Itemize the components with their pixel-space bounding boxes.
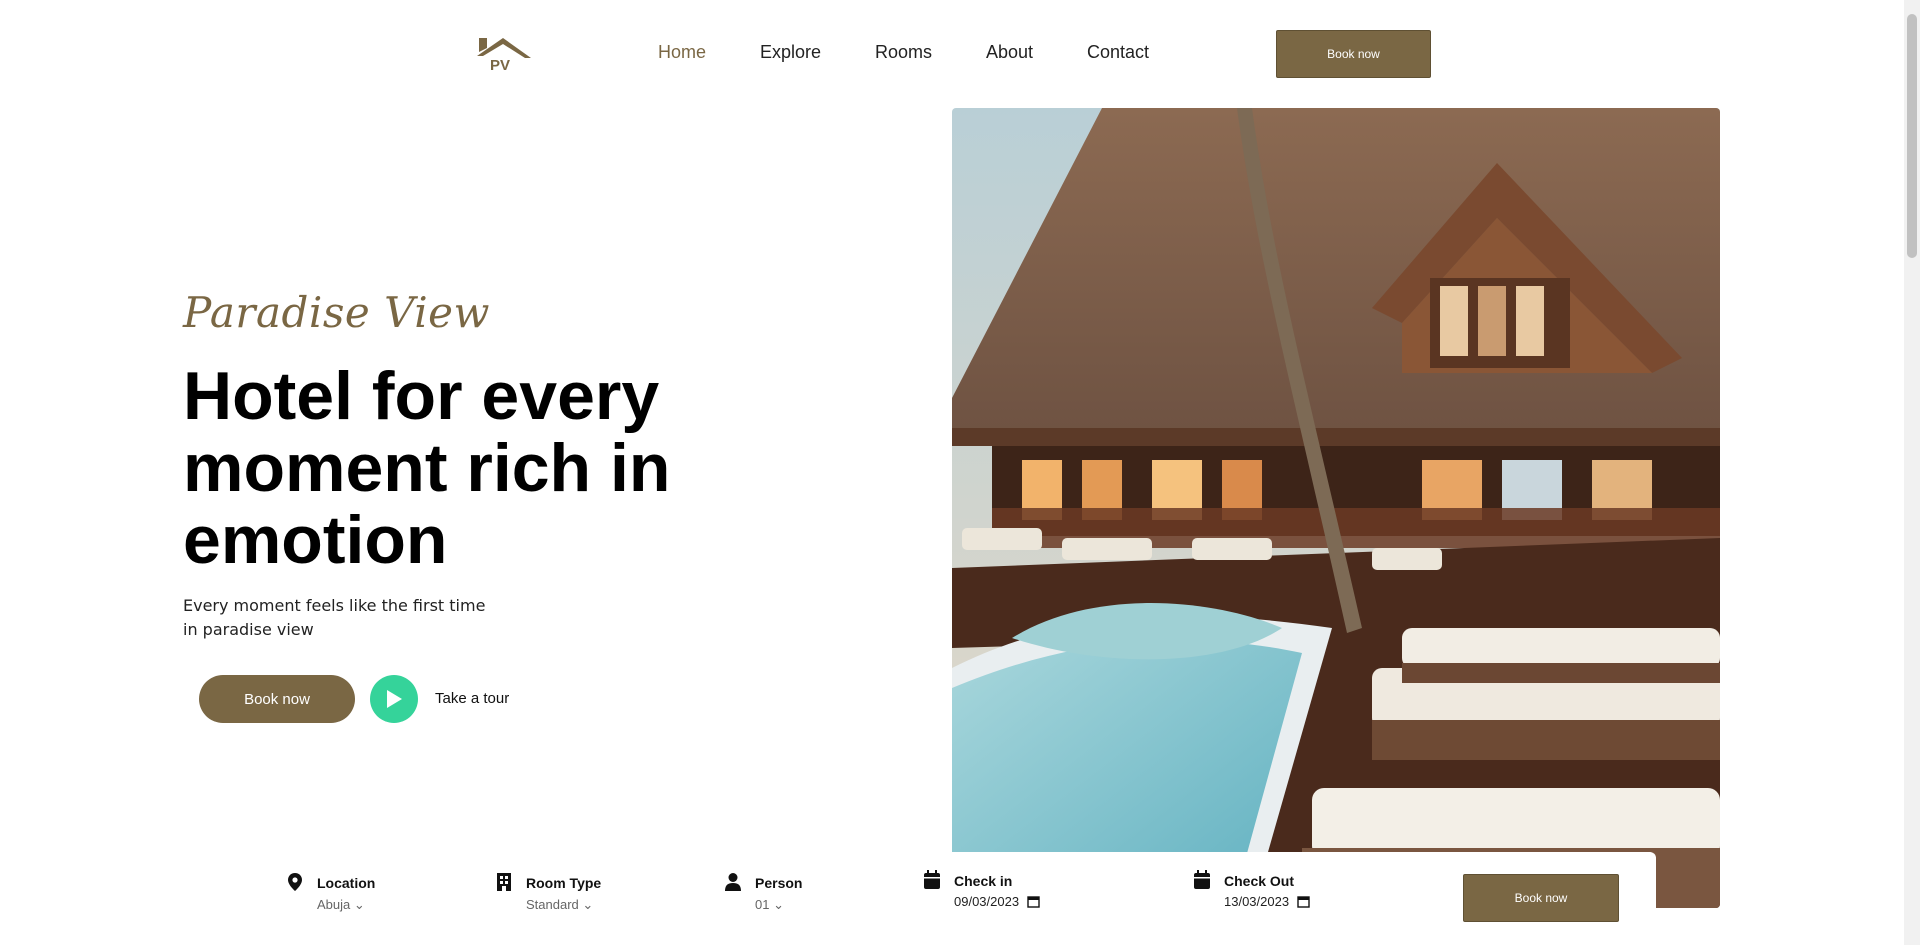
room-type-select[interactable]: Standard ⌄	[526, 897, 593, 913]
hero-subtext-line-2: in paradise view	[183, 620, 314, 639]
check-in-date-input[interactable]: 09/03/2023	[954, 894, 1040, 909]
calendar-icon	[924, 870, 940, 889]
logo-text: PV	[490, 57, 510, 74]
check-out-value: 13/03/2023	[1224, 894, 1290, 909]
nav-home[interactable]: Home	[658, 42, 706, 63]
booking-bar: Location Abuja ⌄ Room Type Standard ⌄ Pe…	[183, 852, 1656, 945]
person-label: Person	[755, 875, 803, 891]
nav-contact[interactable]: Contact	[1087, 42, 1149, 63]
location-value: Abuja	[317, 897, 351, 912]
play-tour-button[interactable]	[370, 675, 418, 723]
nav-rooms[interactable]: Rooms	[875, 42, 932, 63]
location-select[interactable]: Abuja ⌄	[317, 897, 365, 913]
brand-tagline: Paradise View	[183, 288, 490, 337]
pv-logo[interactable]: PV	[473, 34, 533, 74]
play-icon	[387, 690, 402, 708]
hotel-pool-photo	[952, 108, 1720, 908]
hero-headline: Hotel for every moment rich in emotion	[183, 358, 671, 578]
booking-book-now-button[interactable]: Book now	[1463, 874, 1619, 922]
chevron-down-icon: ⌄	[582, 897, 594, 912]
nav-explore[interactable]: Explore	[760, 42, 821, 63]
person-icon	[725, 873, 741, 891]
person-value: 01	[755, 897, 770, 912]
building-icon	[497, 873, 511, 891]
location-pin-icon	[288, 873, 302, 891]
chevron-down-icon: ⌄	[773, 897, 784, 912]
calendar-picker-icon[interactable]	[1027, 895, 1040, 908]
room-type-label: Room Type	[526, 875, 602, 891]
nav-about[interactable]: About	[986, 42, 1033, 63]
hero-book-now-button[interactable]: Book now	[199, 675, 355, 723]
room-type-value: Standard	[526, 897, 579, 912]
calendar-icon	[1194, 870, 1210, 889]
check-in-value: 09/03/2023	[954, 894, 1020, 909]
calendar-picker-icon[interactable]	[1297, 895, 1310, 908]
location-label: Location	[317, 875, 376, 891]
person-select[interactable]: 01 ⌄	[755, 897, 784, 913]
scrollbar-thumb[interactable]	[1907, 14, 1917, 258]
check-out-date-input[interactable]: 13/03/2023	[1224, 894, 1310, 909]
check-out-label: Check Out	[1224, 873, 1295, 889]
page-scrollbar[interactable]	[1904, 0, 1920, 945]
hero-subtext: Every moment feels like the first time i…	[183, 594, 503, 642]
take-a-tour-label[interactable]: Take a tour	[435, 690, 509, 707]
check-in-label: Check in	[954, 873, 1013, 889]
chevron-down-icon: ⌄	[353, 897, 365, 912]
nav-book-now-button[interactable]: Book now	[1276, 30, 1431, 78]
hero-subtext-line-1: Every moment feels like the first time	[183, 596, 486, 615]
